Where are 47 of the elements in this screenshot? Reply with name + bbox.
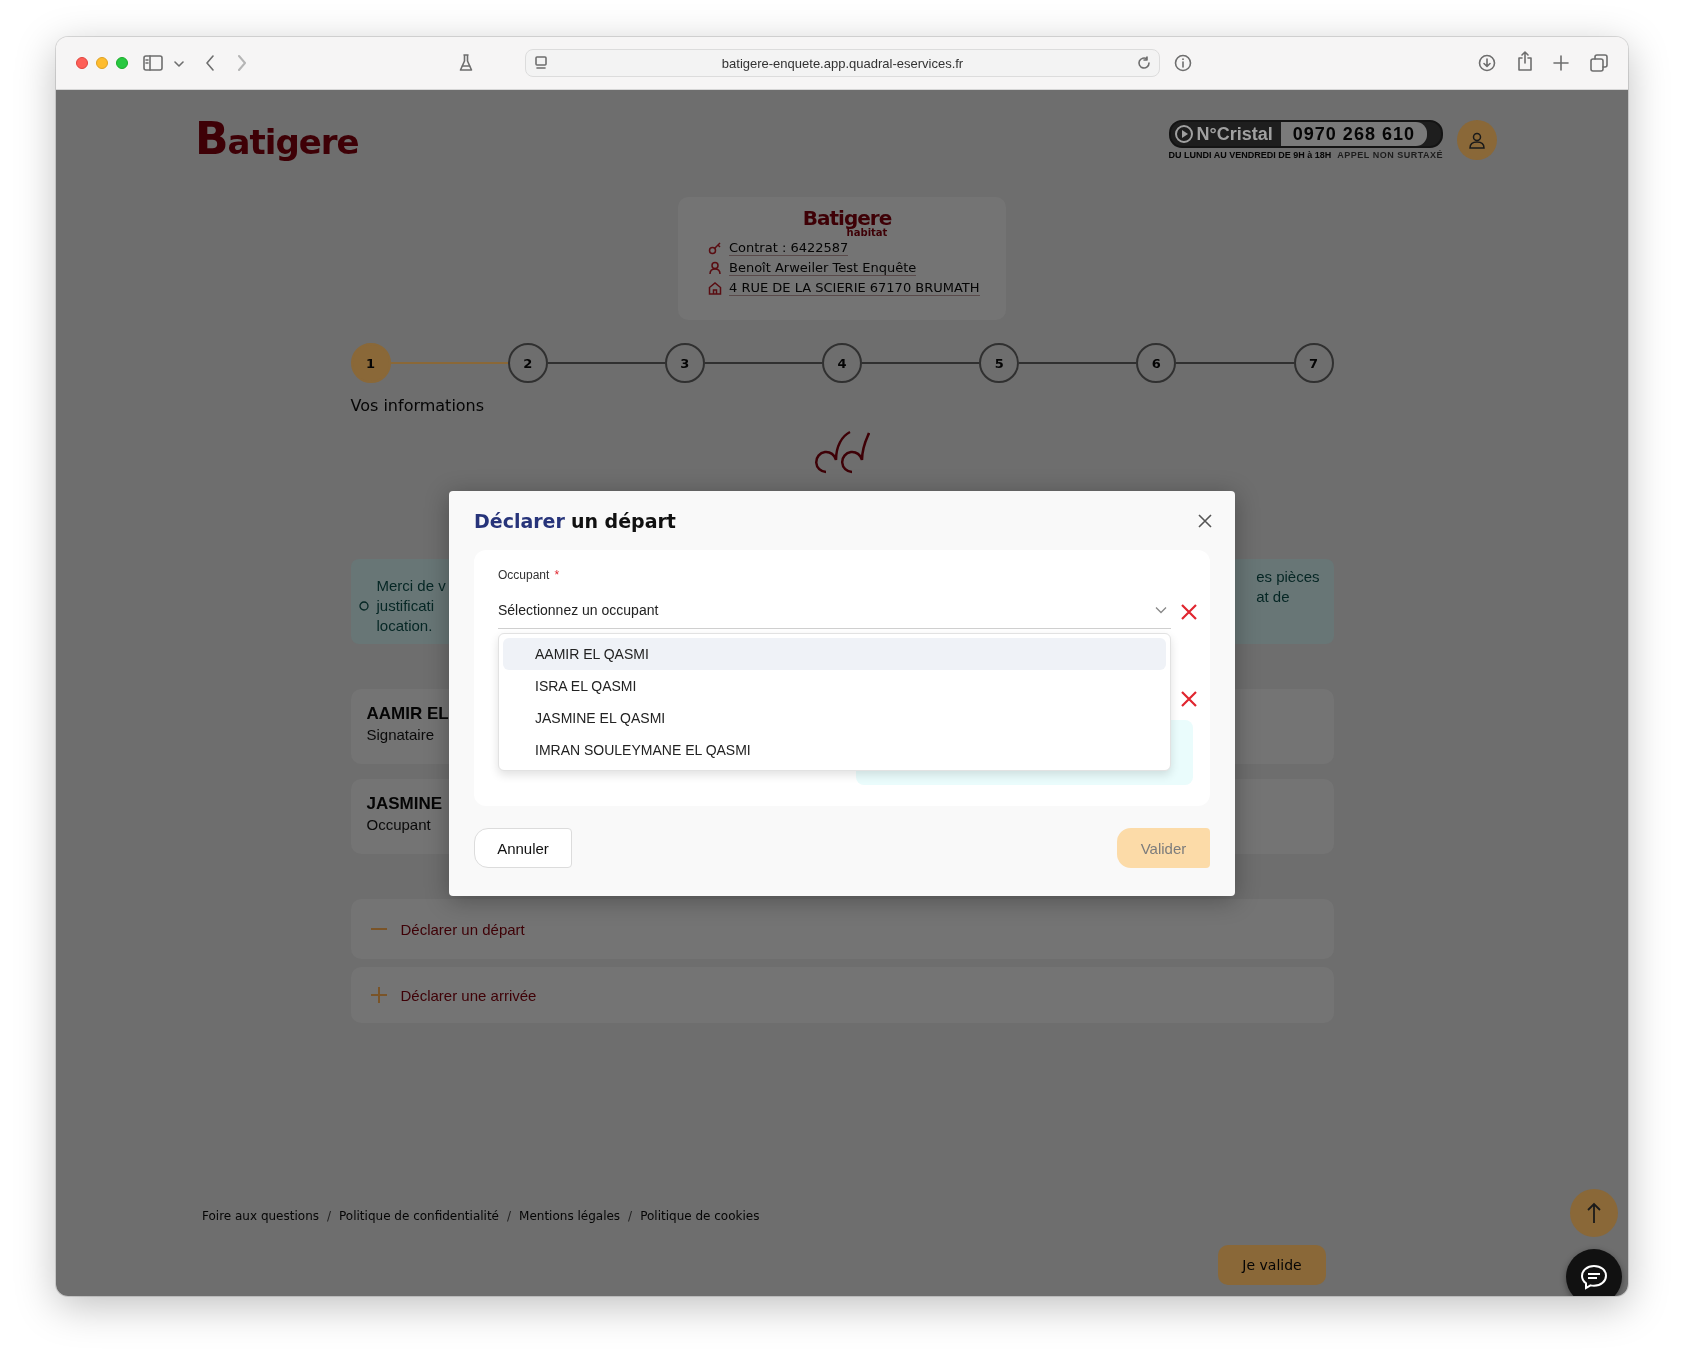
step-indicator: 1 [350,343,391,383]
footer-link[interactable]: Foire aux questions [202,1209,319,1223]
action-button[interactable]: Déclarer une arrivée [350,967,1334,1023]
required-mark: * [554,568,560,582]
notice-text: Merci de v [376,575,446,596]
occupant-select[interactable]: Sélectionnez un occupant [498,594,1171,629]
notice-text: at de [1256,587,1291,607]
hotline-number: 0970 268 610 [1280,122,1427,146]
dialog-title: un départ [570,509,676,532]
step-indicator: 7 [1293,343,1334,383]
dropdown-option[interactable]: IMRAN SOULEYMANE EL QASMI [503,734,1166,766]
notice-text: location. [376,615,434,636]
footer-link[interactable]: Mentions légales [519,1209,621,1223]
occupant-role: Signataire [366,726,435,743]
notice-text: justificati [376,595,436,616]
address-bar[interactable]: batigere-enquete.app.quadral-eservices.fr [525,49,1160,77]
action-button[interactable]: Déclarer un départ [350,899,1334,959]
link-separator: / [628,1209,633,1223]
cancel-button[interactable]: Annuler [474,828,572,868]
link-separator: / [327,1209,332,1223]
notice-text: es pièces [1256,567,1320,587]
step-indicator: 5 [979,343,1020,383]
dropdown-option[interactable]: AAMIR EL QASMI [503,638,1166,670]
hotline-hours: DU LUNDI AU VENDREDI DE 9H à 18H [1168,150,1332,160]
field-label: Occupant [498,568,550,582]
brand-logo[interactable]: Batigere [195,116,359,164]
contract-detail: 4 RUE DE LA SCIERIE 67170 BRUMATH [729,280,980,296]
step-title: Vos informations [350,396,485,415]
hotline-note: APPEL NON SURTAXÉ [1337,150,1443,160]
footer-link[interactable]: Politique de cookies [640,1209,760,1223]
contract-detail: Benoît Arweiler Test Enquête [729,260,917,276]
brand-logo: Batigere [802,207,892,229]
step-indicator: 3 [664,343,705,383]
occupant-role: Occupant [366,816,431,833]
hotline-brand: N°Cristal [1196,123,1273,145]
dialog-title-accent: Déclarer [474,509,565,532]
occupant-name: AAMIR EL [366,704,449,724]
occupant-name: JASMINE [366,794,443,814]
contract-detail: Contrat : 6422587 [729,240,849,256]
step-indicator: 2 [507,343,548,383]
step-indicator: 6 [1136,343,1177,383]
submit-button[interactable]: Je valide [1218,1245,1326,1285]
dropdown-option[interactable]: JASMINE EL QASMI [503,702,1166,734]
step-indicator: 4 [822,343,862,383]
link-separator: / [507,1209,512,1223]
footer-link[interactable]: Politique de confidentialité [339,1209,499,1223]
dropdown-option[interactable]: ISRA EL QASMI [503,670,1166,702]
